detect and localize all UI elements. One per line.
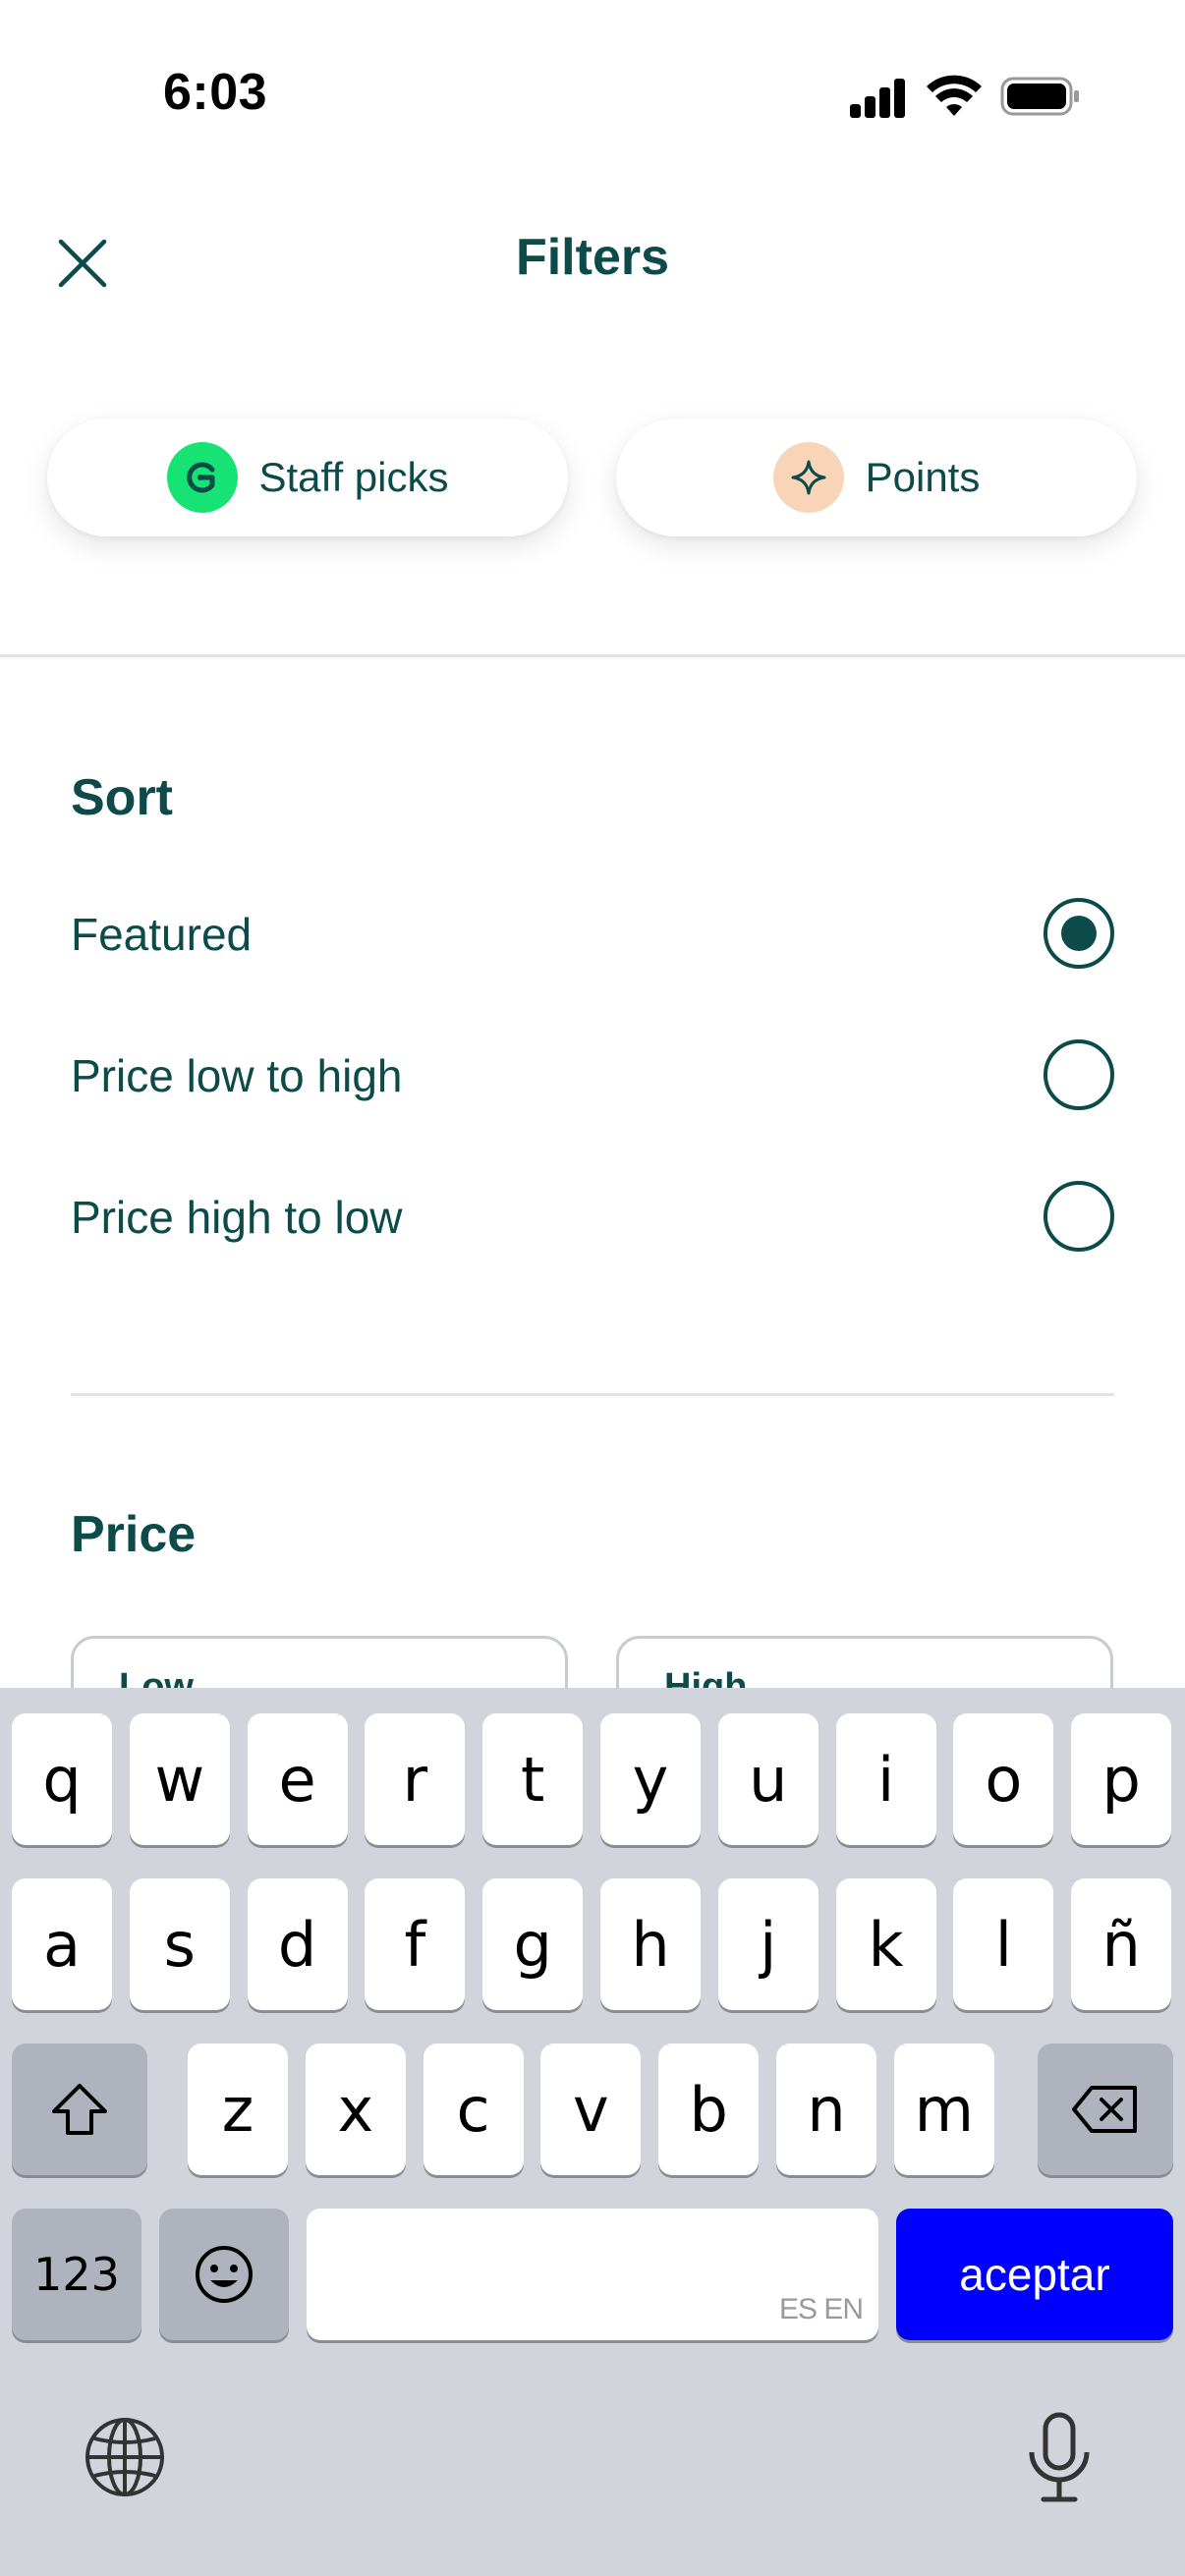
key-o[interactable]: o	[953, 1713, 1054, 1845]
staff-picks-chip[interactable]: Staff picks	[47, 419, 568, 536]
section-divider	[71, 1393, 1114, 1396]
key-f[interactable]: f	[365, 1878, 466, 2010]
price-section-title: Price	[71, 1506, 197, 1563]
shift-icon	[52, 2084, 107, 2135]
emoji-icon	[196, 2246, 253, 2303]
key-j[interactable]: j	[717, 1878, 818, 2010]
divider	[0, 654, 1185, 657]
key-i[interactable]: i	[835, 1713, 936, 1845]
status-time: 6:03	[163, 64, 268, 121]
cellular-signal-icon	[850, 79, 907, 118]
key-d[interactable]: d	[247, 1878, 348, 2010]
key-u[interactable]: u	[717, 1713, 818, 1845]
radio-button-selected[interactable]	[1044, 898, 1114, 969]
key-n[interactable]: n	[776, 2044, 876, 2175]
key-b[interactable]: b	[658, 2044, 760, 2175]
key-y[interactable]: y	[600, 1713, 701, 1845]
key-t[interactable]: t	[482, 1713, 584, 1845]
sort-option-label: Featured	[71, 909, 253, 960]
key-c[interactable]: c	[423, 2044, 524, 2175]
key-a[interactable]: a	[12, 1878, 112, 2010]
key-k[interactable]: k	[835, 1878, 936, 2010]
globe-icon[interactable]	[83, 2415, 167, 2499]
key-ñ[interactable]: ñ	[1071, 1878, 1172, 2010]
staff-picks-label: Staff picks	[258, 454, 449, 500]
microphone-icon[interactable]	[1020, 2411, 1099, 2505]
sort-option-label: Price high to low	[71, 1192, 403, 1243]
status-bar: 6:03	[0, 0, 1185, 187]
points-chip[interactable]: Points	[616, 419, 1137, 536]
sparkle-icon	[772, 442, 844, 513]
battery-icon	[1000, 77, 1079, 116]
space-bar[interactable]: ES EN	[307, 2209, 878, 2340]
key-q[interactable]: q	[12, 1713, 112, 1845]
backspace-icon	[1072, 2086, 1137, 2133]
sort-option-label: Price low to high	[71, 1050, 403, 1101]
key-g[interactable]: g	[482, 1878, 584, 2010]
numbers-key[interactable]: 123	[12, 2209, 141, 2340]
key-m[interactable]: m	[893, 2044, 994, 2175]
radio-button[interactable]	[1044, 1181, 1114, 1252]
sort-option-price-high-to-low[interactable]: Price high to low	[71, 1177, 1114, 1256]
radio-button[interactable]	[1044, 1039, 1114, 1110]
key-p[interactable]: p	[1071, 1713, 1172, 1845]
shift-key[interactable]	[12, 2044, 147, 2175]
sort-section-title: Sort	[71, 769, 173, 826]
key-x[interactable]: x	[305, 2044, 406, 2175]
delete-key[interactable]	[1038, 2044, 1173, 2175]
key-z[interactable]: z	[188, 2044, 288, 2175]
key-h[interactable]: h	[600, 1878, 701, 2010]
return-key[interactable]: aceptar	[896, 2209, 1173, 2340]
language-hint: ES EN	[778, 2293, 864, 2325]
key-e[interactable]: e	[247, 1713, 348, 1845]
points-label: Points	[865, 454, 981, 500]
page-title: Filters	[515, 229, 670, 286]
key-s[interactable]: s	[129, 1878, 230, 2010]
sort-option-featured[interactable]: Featured	[71, 894, 1114, 973]
staff-picks-icon	[166, 442, 238, 513]
key-r[interactable]: r	[365, 1713, 466, 1845]
wifi-icon	[927, 75, 982, 116]
sort-option-price-low-to-high[interactable]: Price low to high	[71, 1036, 1114, 1114]
key-v[interactable]: v	[540, 2044, 642, 2175]
key-w[interactable]: w	[129, 1713, 230, 1845]
emoji-key[interactable]	[159, 2209, 289, 2340]
key-l[interactable]: l	[953, 1878, 1054, 2010]
